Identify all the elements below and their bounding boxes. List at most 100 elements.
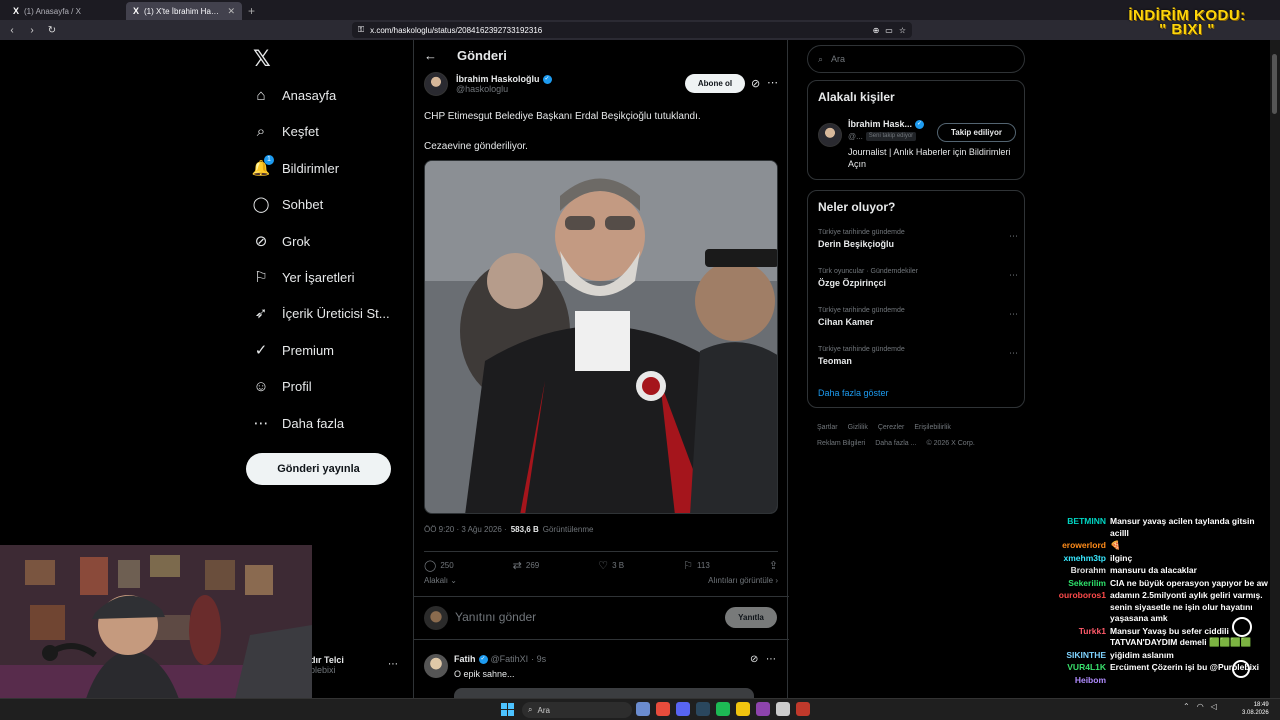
app-icon[interactable]: [656, 702, 670, 716]
chat-username: xmehm3tp: [1063, 552, 1106, 563]
sidebar-item-6[interactable]: ➶ İçerik Üreticisi St...: [252, 303, 390, 323]
bookmark-icon: ⚐: [683, 559, 694, 572]
reader-icon[interactable]: ▭: [885, 26, 893, 35]
sidebar-item-1[interactable]: ⌕ Keşfet: [252, 121, 319, 141]
back-icon[interactable]: ‹: [6, 25, 18, 36]
reload-icon[interactable]: ↻: [46, 25, 58, 36]
footer-link[interactable]: Şartlar: [817, 424, 838, 431]
following-button[interactable]: Takip ediliyor: [937, 123, 1016, 142]
chat-bubble-icon: [1232, 617, 1252, 637]
related-dropdown[interactable]: Alakalı ⌄: [424, 576, 457, 585]
grok-icon[interactable]: ⊘: [750, 654, 758, 665]
sidebar-item-3[interactable]: ◯ Sohbet: [252, 194, 324, 214]
post-text: CHP Etimesgut Belediye Başkanı Erdal Beş…: [424, 111, 701, 152]
trend-item[interactable]: Türk oyuncular · Gündemdekiler Özge Özpir…: [818, 268, 1018, 288]
verified-icon: ✓: [542, 74, 552, 84]
system-tray: ⌃ ◠ ◁: [1183, 702, 1217, 711]
search-input[interactable]: ⌕ Ara: [807, 45, 1025, 73]
close-tab-icon[interactable]: ✕: [227, 6, 235, 17]
trend-item[interactable]: Türkiye tarihinde gündemde Derin Beşikçio…: [818, 229, 1018, 249]
show-more-link[interactable]: Daha fazla göster: [818, 388, 889, 398]
bookmark-icon: ⚐: [254, 269, 268, 286]
url-bar[interactable]: ⚿ x.com/haskologlu/status/20841623927331…: [352, 22, 912, 38]
browser-tab-post[interactable]: X (1) X'te İbrahim Haskoloğlu: "CHP ✕: [126, 2, 242, 20]
footer-link[interactable]: Daha fazla ...: [875, 440, 916, 447]
sidebar-item-label: Keşfet: [282, 123, 319, 139]
app-icon[interactable]: [776, 702, 790, 716]
sidebar-item-9[interactable]: ⋯ Daha fazla: [252, 413, 345, 433]
post-meta: ÖÖ 9:20 · 3 Ağu 2026 · 583,6 B Görüntüle…: [424, 525, 594, 534]
post-image[interactable]: [424, 160, 778, 514]
trend-item[interactable]: Türkiye tarihinde gündemde Teoman ⋯: [818, 346, 1018, 366]
trend-item[interactable]: Türkiye tarihinde gündemde Cihan Kamer ⋯: [818, 307, 1018, 327]
account-more-icon[interactable]: ⋯: [388, 659, 398, 670]
grok-icon[interactable]: ⊘: [751, 77, 760, 90]
avatar[interactable]: [424, 654, 448, 678]
app-icon[interactable]: [676, 702, 690, 716]
share-button[interactable]: ⇪: [769, 557, 778, 573]
reply-button[interactable]: ◯ 250: [424, 557, 454, 573]
back-arrow-icon[interactable]: ←: [424, 48, 437, 63]
sidebar-item-7[interactable]: ✓ Premium: [252, 340, 334, 360]
forward-icon[interactable]: ›: [26, 25, 38, 36]
x-logo-icon: X: [13, 6, 20, 16]
post-button[interactable]: Gönderi yayınla: [246, 453, 391, 485]
app-icon[interactable]: [716, 702, 730, 716]
avatar: [424, 606, 448, 630]
app-icon[interactable]: [696, 702, 710, 716]
app-icon[interactable]: [756, 702, 770, 716]
taskbar-apps: [636, 702, 810, 716]
sidebar-item-2[interactable]: 🔔 1 Bildirimler: [252, 155, 339, 178]
more-icon[interactable]: ⋯: [1009, 348, 1018, 359]
more-icon[interactable]: ⋯: [766, 654, 776, 665]
windows-start-icon[interactable]: [501, 703, 514, 716]
reply-media[interactable]: [454, 688, 754, 698]
wifi-icon[interactable]: ◠: [1197, 702, 1204, 711]
app-icon[interactable]: [636, 702, 650, 716]
windows-taskbar: ⌕ Ara ⌃ ◠ ◁ 18:49 3.08.2026: [0, 698, 1280, 720]
footer-link[interactable]: Gizlilik: [848, 424, 868, 431]
reply-submit-button[interactable]: Yanıtla: [725, 607, 777, 628]
more-icon[interactable]: ⋯: [1009, 270, 1018, 281]
sidebar-item-8[interactable]: ☺ Profil: [252, 376, 311, 396]
x-logo-icon: X: [133, 6, 140, 16]
taskbar-clock[interactable]: 18:49 3.08.2026: [1242, 701, 1269, 717]
bookmark-star-icon[interactable]: ☆: [899, 26, 906, 35]
footer-link[interactable]: Çerezler: [878, 424, 904, 431]
chevron-up-icon[interactable]: ⌃: [1183, 702, 1190, 711]
bookmark-button[interactable]: ⚐ 113: [683, 557, 710, 573]
sidebar-item-4[interactable]: ⊘ Grok: [252, 231, 310, 251]
new-tab-icon[interactable]: +: [248, 2, 255, 20]
footer-link[interactable]: © 2026 X Corp.: [926, 440, 974, 447]
sidebar-item-label: Premium: [282, 342, 335, 358]
sidebar-item-label: Grok: [282, 233, 311, 249]
more-icon[interactable]: ⋯: [767, 76, 778, 89]
scrollbar-thumb[interactable]: [1272, 54, 1277, 114]
chat-username: erowerlord: [1062, 540, 1106, 550]
taskbar-search[interactable]: ⌕ Ara: [522, 702, 632, 718]
more-icon[interactable]: ⋯: [1009, 309, 1018, 320]
zoom-icon[interactable]: ⊕: [873, 26, 880, 35]
photo-illustration: [425, 161, 777, 513]
more-icon[interactable]: ⋯: [1009, 231, 1018, 242]
footer-link[interactable]: Reklam Bilgileri: [817, 440, 865, 447]
post-author[interactable]: İbrahim Haskoloğlu ✓ @haskologlu: [424, 72, 552, 96]
sidebar-item-0[interactable]: ⌂ Anasayfa: [252, 85, 336, 105]
post-header: ← Gönderi: [424, 48, 507, 63]
footer-link[interactable]: Erişilebilirlik: [914, 424, 951, 431]
x-logo-icon[interactable]: 𝕏: [253, 46, 271, 72]
avatar[interactable]: [818, 123, 842, 147]
account-switcher[interactable]: dır Telci plebixi: [310, 655, 344, 675]
like-button[interactable]: ♡ 3 B: [598, 557, 624, 573]
browser-tab-home[interactable]: X (1) Anasayfa / X: [6, 2, 122, 20]
view-quotes-link[interactable]: Alıntıları görüntüle ›: [708, 576, 778, 585]
avatar[interactable]: [424, 72, 448, 96]
app-icon[interactable]: [736, 702, 750, 716]
sidebar-item-5[interactable]: ⚐ Yer İşaretleri: [252, 267, 354, 287]
sidebar-item-label: Daha fazla: [282, 415, 345, 431]
volume-icon[interactable]: ◁: [1211, 702, 1217, 711]
subscribe-button[interactable]: Abone ol: [685, 74, 745, 93]
reply-input[interactable]: Yanıtını gönder: [455, 610, 536, 624]
app-icon[interactable]: [796, 702, 810, 716]
repost-button[interactable]: ⇄ 269: [513, 557, 540, 573]
